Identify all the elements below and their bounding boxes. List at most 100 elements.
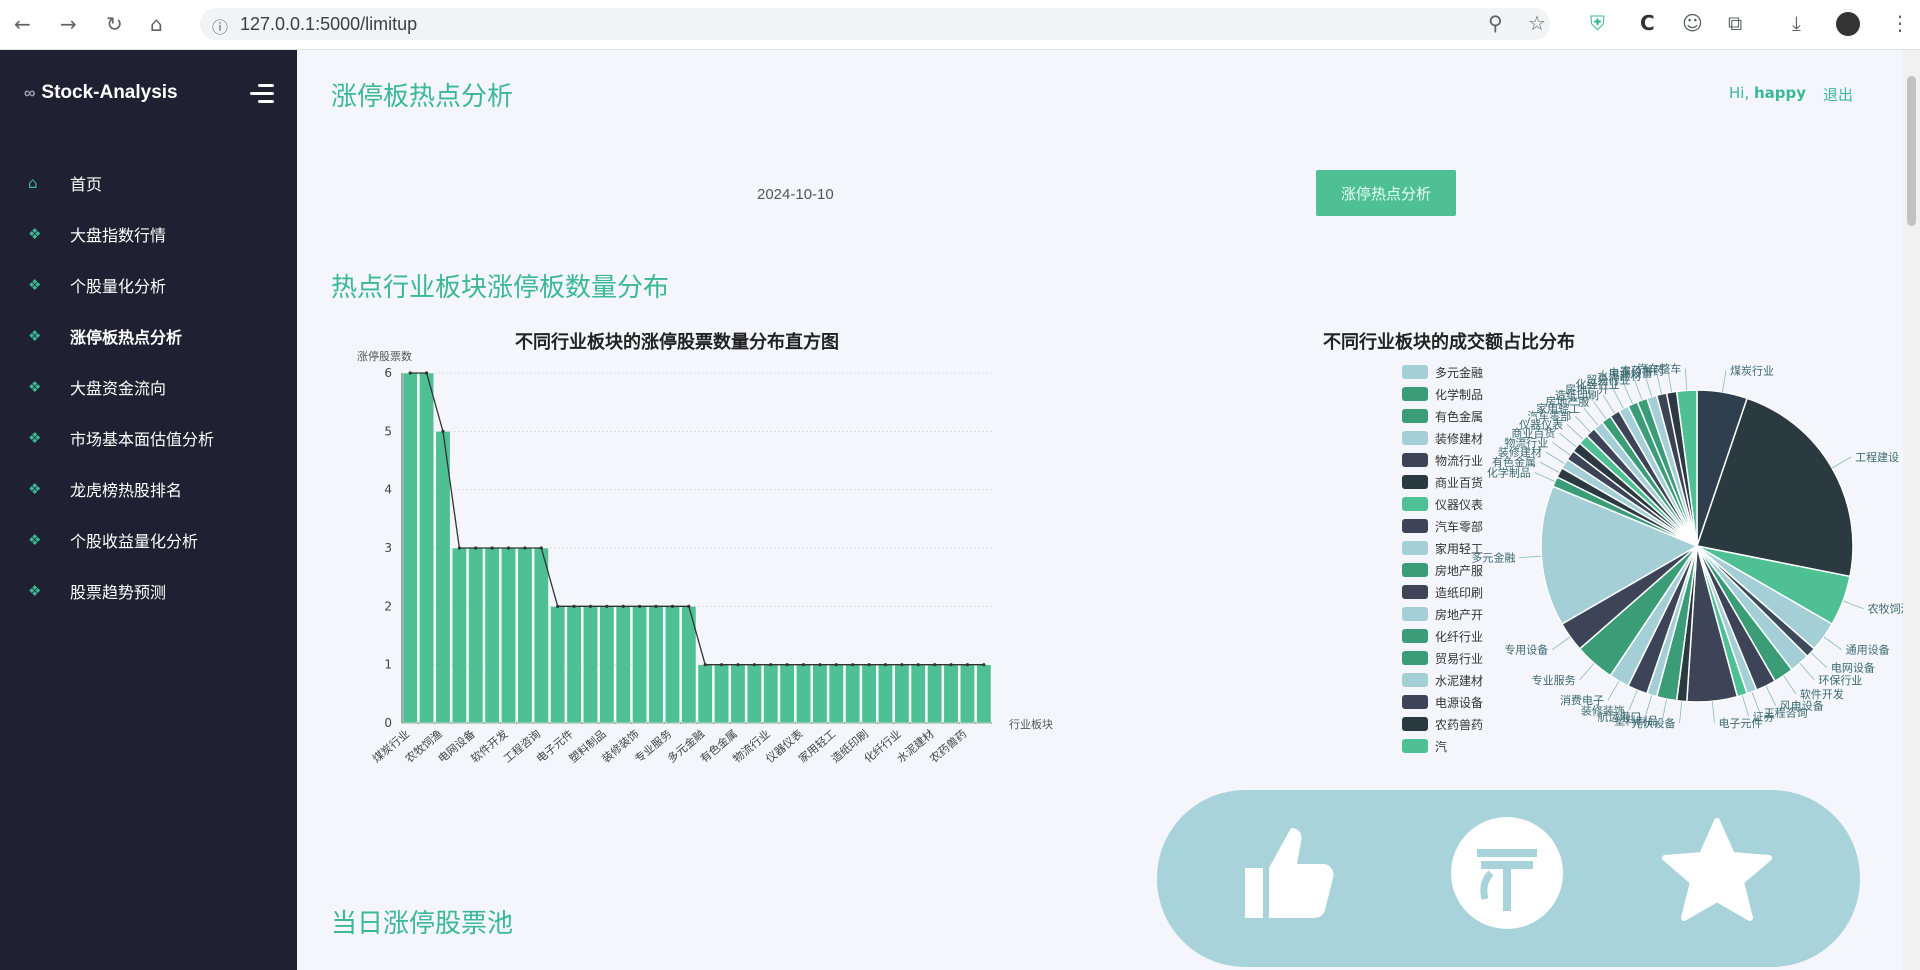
zoom-icon[interactable]: ⚲ (1488, 11, 1503, 35)
sidebar-item-label: 涨停板热点分析 (70, 327, 183, 347)
pie-label-line (1539, 461, 1560, 473)
username[interactable]: happy (1754, 84, 1806, 102)
x-axis-label: 行业板块 (1009, 717, 1053, 731)
pie-label-line (1644, 695, 1653, 717)
reload-icon[interactable]: ↻ (106, 12, 123, 36)
extensions-puzzle-icon[interactable]: ⧉ (1728, 11, 1742, 35)
pie-chart: 多元金融化学制品有色金属装修建材物流行业商业百货仪器仪表汽车零部家用轻工房地产服… (1402, 361, 1912, 754)
legend-swatch (1402, 387, 1428, 401)
section-title-limitup-pool: 当日涨停股票池 (331, 909, 514, 939)
date-input[interactable] (744, 172, 1310, 217)
line-point (883, 663, 888, 667)
section-title-distribution: 热点行业板块涨停板数量分布 (331, 273, 670, 303)
sidebar-item-label: 个股收益量化分析 (70, 531, 199, 551)
legend-label: 房地产开 (1435, 607, 1483, 622)
sidebar-item-limitup[interactable]: ❖ 涨停板热点分析 (0, 310, 297, 361)
bar (959, 664, 975, 724)
coin-icon[interactable] (1447, 813, 1567, 933)
legend-label: 水泥建材 (1435, 674, 1483, 688)
cube-icon: ❖ (28, 377, 42, 396)
download-icon[interactable]: ⤓ (1792, 11, 1801, 35)
legend-swatch (1402, 629, 1428, 643)
bar (468, 547, 484, 724)
brand-name: Stock-Analysis (41, 82, 178, 103)
line-point (572, 604, 576, 608)
pie-label-line (1623, 383, 1633, 405)
thumbs-up-icon[interactable] (1227, 813, 1347, 933)
pie-label-line (1575, 415, 1591, 433)
browser-toolbar: ← → ↻ ⌂ ⓘ 127.0.0.1:5000/limitup ⚲ ☆ ⛨ C… (0, 0, 1920, 50)
line-point (752, 663, 756, 667)
legend-label: 多元金融 (1435, 365, 1483, 380)
bar (632, 606, 648, 724)
bar (599, 606, 615, 724)
bar (927, 664, 943, 724)
legend-label: 汽 (1435, 739, 1447, 754)
pie-label-line (1628, 689, 1638, 711)
pie-label: 电子元件 (1718, 717, 1762, 730)
legend-label: 商业百货 (1435, 475, 1483, 490)
sidebar-item-fund-flow[interactable]: ❖ 大盘资金流向 (0, 361, 297, 412)
line-point (769, 663, 773, 667)
line-point (719, 663, 724, 667)
sidebar-item-return-quant[interactable]: ❖ 个股收益量化分析 (0, 514, 297, 565)
browser-menu-icon[interactable]: ⋮ (1890, 11, 1910, 35)
page-scrollbar[interactable] (1903, 50, 1920, 970)
address-bar[interactable]: ⓘ 127.0.0.1:5000/limitup (200, 8, 1550, 40)
bar (746, 664, 762, 724)
y-axis-label: 涨停股票数 (357, 350, 412, 363)
sidebar-item-stock-quant[interactable]: ❖ 个股量化分析 (0, 259, 297, 310)
line-point (408, 371, 412, 375)
legend-label: 农药兽药 (1435, 718, 1483, 732)
back-icon[interactable]: ← (14, 12, 31, 36)
bar (566, 606, 582, 724)
pie-label-line (1711, 701, 1715, 724)
favorite-star-icon[interactable] (1657, 813, 1777, 933)
sidebar-item-label: 龙虎榜热股排名 (70, 480, 183, 500)
pie-label-line (1823, 636, 1842, 651)
scrollbar-thumb[interactable] (1907, 76, 1916, 226)
pie-label: 多元金融 (1471, 551, 1515, 565)
forward-icon[interactable]: → (60, 12, 77, 36)
line-point (605, 604, 609, 608)
profile-avatar[interactable] (1836, 12, 1860, 36)
line-point (949, 663, 953, 667)
extension-c-icon[interactable]: C (1640, 11, 1655, 35)
bookmark-star-icon[interactable]: ☆ (1528, 11, 1546, 35)
brand[interactable]: ∞ Stock-Analysis (24, 82, 178, 104)
bar (484, 547, 500, 724)
pie-label-line (1783, 675, 1797, 695)
pie-label-line (1741, 695, 1750, 717)
bar (583, 606, 598, 724)
menu-toggle-icon[interactable] (250, 84, 274, 108)
line-point (523, 546, 527, 550)
sidebar-item-dragon-tiger[interactable]: ❖ 龙虎榜热股排名 (0, 463, 297, 514)
pie-label-line (1607, 680, 1620, 701)
line-point (703, 663, 707, 667)
extension-face-icon[interactable]: ☺ (1682, 11, 1703, 35)
legend-swatch (1402, 519, 1428, 533)
cube-icon: ❖ (28, 581, 42, 600)
logout-link[interactable]: 退出 (1823, 84, 1853, 105)
analyze-button[interactable]: 涨停热点分析 (1316, 170, 1456, 216)
cube-icon: ❖ (28, 530, 42, 549)
sidebar-item-label: 个股量化分析 (70, 276, 167, 296)
site-info-icon[interactable]: ⓘ (212, 14, 228, 38)
shield-icon[interactable]: ⛨ (1590, 11, 1605, 35)
home-icon[interactable]: ⌂ (150, 12, 163, 36)
line-point (424, 371, 429, 375)
greeting-text: Hi, (1729, 84, 1754, 102)
line-point (654, 604, 658, 608)
bar (943, 664, 959, 724)
legend-label: 仪器仪表 (1435, 498, 1483, 512)
legend-label: 汽车零部 (1435, 519, 1483, 534)
legend-swatch (1402, 673, 1428, 687)
line-point (916, 663, 920, 667)
sidebar-item-market-index[interactable]: ❖ 大盘指数行情 (0, 208, 297, 259)
sidebar-item-trend-predict[interactable]: ❖ 股票趋势预测 (0, 565, 297, 616)
sidebar-item-label: 首页 (70, 174, 103, 194)
cube-icon: ❖ (28, 428, 42, 447)
sidebar-item-home[interactable]: ⌂ 首页 (0, 157, 297, 208)
sidebar-item-valuation[interactable]: ❖ 市场基本面估值分析 (0, 412, 297, 463)
sidebar-item-label: 大盘资金流向 (70, 378, 167, 398)
